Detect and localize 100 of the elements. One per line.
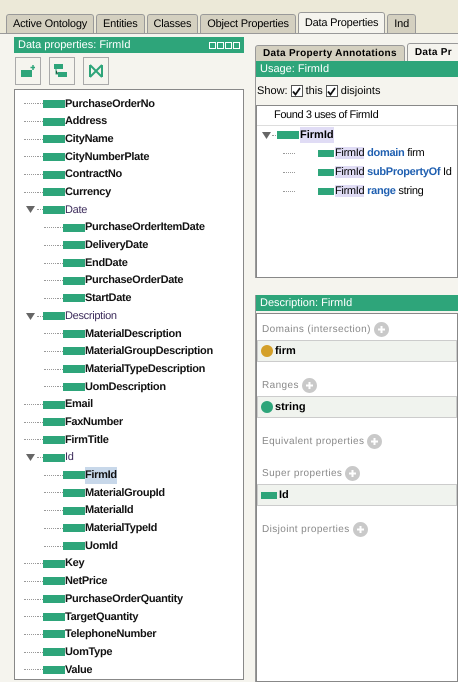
checkbox[interactable] xyxy=(290,85,303,97)
tree-item[interactable]: ContractNo xyxy=(65,166,122,183)
add-icon[interactable] xyxy=(352,522,368,536)
tab[interactable]: Data Properties xyxy=(298,12,386,33)
tree-item[interactable]: Address xyxy=(65,113,107,130)
delete-button[interactable] xyxy=(83,57,109,85)
panel-title: Usage: FirmId xyxy=(256,61,458,77)
property-icon xyxy=(43,454,65,462)
tab[interactable]: Ind xyxy=(387,14,416,33)
tree-item[interactable]: MaterialId xyxy=(85,502,134,519)
property-icon xyxy=(43,135,65,144)
property-icon xyxy=(43,312,65,320)
tree-item[interactable]: UomId xyxy=(85,538,118,554)
class-icon xyxy=(261,345,273,357)
tree-item[interactable]: Email xyxy=(65,396,93,413)
tree-item[interactable]: MaterialGroupDescription xyxy=(85,343,213,360)
property-icon xyxy=(63,365,85,374)
tree-item[interactable]: NetPrice xyxy=(65,573,108,590)
tree-item[interactable]: Value xyxy=(65,662,92,678)
entity-row[interactable]: string xyxy=(257,396,457,418)
tree-item[interactable]: Description xyxy=(65,308,117,324)
property-icon xyxy=(63,524,85,532)
tab[interactable]: Data Property Annotations xyxy=(255,45,405,61)
tree-item[interactable]: UomType xyxy=(65,644,112,660)
property-icon xyxy=(63,224,85,232)
entity-row[interactable]: firm xyxy=(257,340,457,362)
expanded-arrow-icon[interactable] xyxy=(262,130,271,140)
property-icon xyxy=(43,188,65,196)
checkbox-label: disjoints xyxy=(340,84,380,99)
property-icon xyxy=(63,259,85,268)
tree-item[interactable]: MaterialTypeId xyxy=(85,520,158,537)
property-icon xyxy=(43,595,65,604)
add-icon[interactable] xyxy=(367,434,382,448)
tree-item[interactable]: TelephoneNumber xyxy=(65,626,156,643)
add-subproperty-button[interactable] xyxy=(15,57,41,85)
property-icon xyxy=(43,100,65,108)
tree-item[interactable]: FirmTitle xyxy=(65,432,109,448)
expanded-arrow-icon[interactable] xyxy=(26,453,34,462)
tree-item[interactable]: UomDescription xyxy=(85,378,166,396)
expanded-arrow-icon[interactable] xyxy=(26,312,34,321)
property-icon xyxy=(63,488,85,497)
tree-item[interactable]: CityNumberPlate xyxy=(65,148,150,166)
tree-item[interactable]: PurchaseOrderDate xyxy=(85,272,184,289)
add-icon[interactable] xyxy=(302,378,317,392)
tab[interactable]: Active Ontology xyxy=(6,14,94,33)
tree-item[interactable]: CityName xyxy=(65,130,114,148)
property-icon xyxy=(63,542,85,550)
property-icon xyxy=(43,666,65,674)
property-icon xyxy=(63,471,85,480)
tree-item[interactable]: Date xyxy=(65,202,88,218)
property-icon xyxy=(63,347,85,356)
section-title: Ranges xyxy=(262,378,299,392)
tree-item[interactable]: PurchaseOrderQuantity xyxy=(65,590,183,608)
show-label: Show: xyxy=(257,84,288,99)
tree-item[interactable]: MaterialGroupId xyxy=(85,484,165,502)
datatype-icon xyxy=(261,401,273,413)
window-controls-icon[interactable] xyxy=(209,42,240,48)
add-icon[interactable] xyxy=(345,466,360,480)
tree-item[interactable]: PurchaseOrderNo xyxy=(65,96,155,112)
property-icon xyxy=(63,276,85,285)
property-icon xyxy=(63,506,85,515)
property-icon xyxy=(43,560,65,568)
tree-item[interactable]: Currency xyxy=(65,184,111,201)
delete-icon xyxy=(89,64,103,78)
usage-summary: Found 3 uses of FirmId xyxy=(274,108,378,124)
tree-item[interactable]: MaterialDescription xyxy=(85,326,182,342)
usage-axiom[interactable]: FirmId subPropertyOf Id xyxy=(335,164,452,181)
add-sibling-icon xyxy=(54,64,70,78)
property-icon xyxy=(63,330,85,338)
add-icon[interactable] xyxy=(374,322,389,336)
usage-root[interactable]: FirmId xyxy=(300,126,334,144)
property-icon xyxy=(43,418,65,426)
property-icon xyxy=(43,152,65,161)
tree-item[interactable]: DeliveryDate xyxy=(85,237,148,254)
tree-item[interactable]: FirmId xyxy=(85,467,117,484)
tab[interactable]: Object Properties xyxy=(200,14,296,33)
tree-item[interactable]: FaxNumber xyxy=(65,414,123,430)
property-icon xyxy=(63,294,85,302)
property-icon xyxy=(318,150,334,157)
tab[interactable]: Data Pr xyxy=(406,43,458,61)
property-icon xyxy=(63,382,85,391)
usage-axiom[interactable]: FirmId domain firm xyxy=(335,145,424,162)
tree-item[interactable]: Key xyxy=(65,555,84,572)
tree-item[interactable]: Id xyxy=(65,449,74,466)
usage-axiom[interactable]: FirmId range string xyxy=(335,183,424,200)
checkbox[interactable] xyxy=(326,85,338,97)
property-icon xyxy=(43,436,65,444)
add-sibling-button[interactable] xyxy=(49,57,75,85)
tab[interactable]: Classes xyxy=(146,14,198,33)
tree-item[interactable]: TargetQuantity xyxy=(65,608,138,626)
tab[interactable]: Entities xyxy=(96,14,145,33)
expanded-arrow-icon[interactable] xyxy=(26,205,34,214)
property-icon xyxy=(277,131,299,139)
tree-item[interactable]: StartDate xyxy=(85,290,132,307)
tree-item[interactable]: EndDate xyxy=(85,254,128,272)
section-title: Super properties xyxy=(262,466,342,480)
entity-row[interactable]: Id xyxy=(257,484,457,506)
tree-item[interactable]: MaterialTypeDescription xyxy=(85,360,206,378)
tree-item[interactable]: PurchaseOrderItemDate xyxy=(85,219,205,236)
property-icon xyxy=(43,118,65,126)
